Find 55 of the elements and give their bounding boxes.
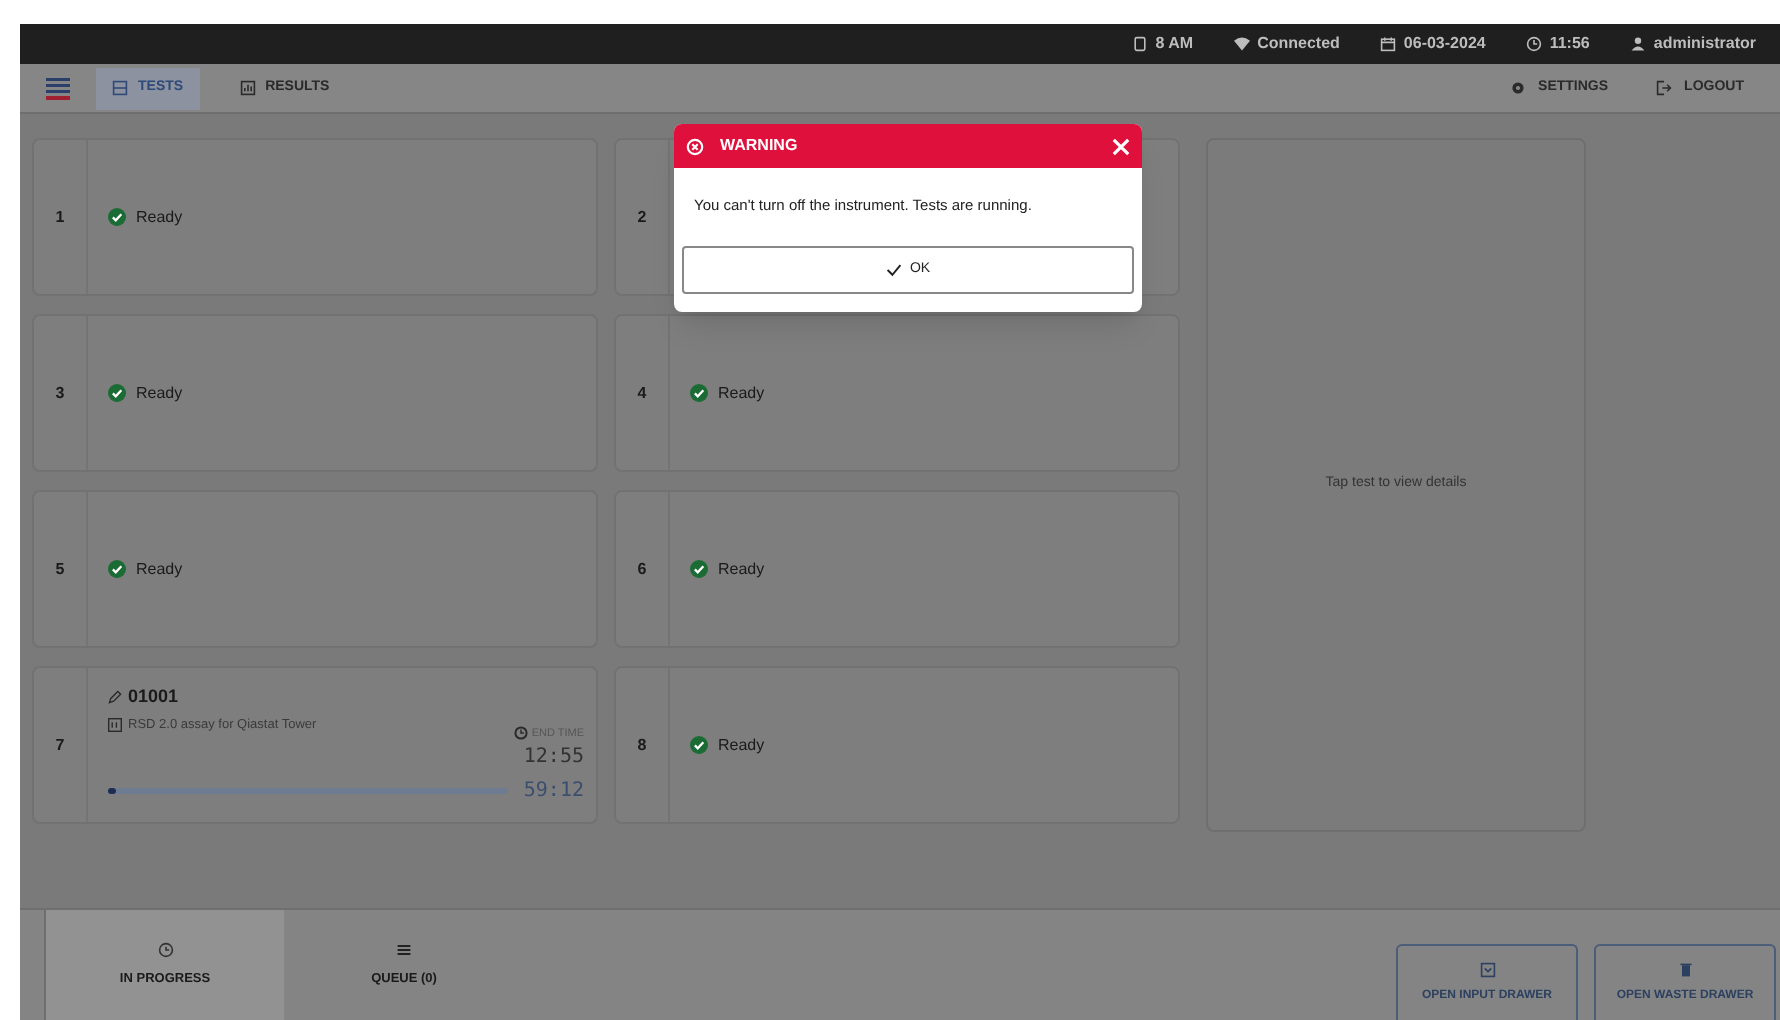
close-icon[interactable] bbox=[1112, 137, 1130, 155]
error-icon bbox=[686, 137, 704, 155]
status-text: Connected bbox=[1257, 32, 1340, 56]
test-slot-card[interactable]: 5 Ready bbox=[32, 490, 598, 648]
check-circle-icon bbox=[690, 384, 708, 402]
dialog-title: WARNING bbox=[720, 134, 798, 158]
status-label: Ready bbox=[718, 557, 765, 581]
status-text: 8 AM bbox=[1155, 32, 1194, 56]
clock-icon bbox=[513, 726, 528, 741]
test-slot-card[interactable]: 6 Ready bbox=[614, 490, 1180, 648]
progress-icon bbox=[157, 941, 173, 958]
slot-number: 5 bbox=[55, 557, 65, 581]
slot-number: 7 bbox=[55, 733, 65, 757]
calendar-icon bbox=[1379, 36, 1396, 52]
end-time: 12:55 bbox=[523, 743, 584, 772]
status-label: Ready bbox=[136, 205, 183, 229]
status-text: 06-03-2024 bbox=[1403, 32, 1486, 56]
remaining-time: 59:12 bbox=[523, 777, 584, 806]
status-label: Ready bbox=[136, 557, 183, 581]
sample-id: 01001 bbox=[128, 684, 179, 710]
test-slot-card[interactable]: 4 Ready bbox=[614, 314, 1180, 472]
test-slot-card[interactable]: 1 Ready bbox=[32, 138, 598, 296]
check-circle-icon bbox=[690, 736, 708, 754]
check-icon bbox=[885, 262, 902, 279]
status-label: Ready bbox=[718, 733, 765, 757]
logo-icon bbox=[44, 74, 72, 102]
wifi-icon bbox=[1233, 36, 1250, 52]
clock-icon bbox=[1525, 36, 1542, 52]
settings-icon bbox=[1510, 80, 1527, 96]
battery-icon bbox=[1131, 36, 1148, 52]
check-circle-icon bbox=[108, 384, 126, 402]
test-slot-card[interactable]: 8 Ready bbox=[614, 666, 1180, 824]
chart-icon bbox=[239, 80, 256, 96]
bin-icon bbox=[1677, 961, 1693, 977]
test-slot-card[interactable]: 3 Ready bbox=[32, 314, 598, 472]
status-label: Ready bbox=[718, 381, 765, 405]
user-icon bbox=[1629, 36, 1646, 52]
slot-number: 1 bbox=[55, 205, 65, 229]
queue-icon bbox=[396, 941, 412, 958]
pencil-icon bbox=[108, 690, 122, 705]
assay-icon bbox=[108, 717, 122, 732]
slot-number: 4 bbox=[637, 381, 647, 405]
slot-number: 8 bbox=[637, 733, 647, 757]
check-circle-icon bbox=[108, 560, 126, 578]
tray-icon bbox=[1479, 961, 1495, 977]
slot-number: 6 bbox=[637, 557, 647, 581]
check-circle-icon bbox=[108, 208, 126, 226]
logout-icon bbox=[1656, 80, 1673, 96]
slot-number: 2 bbox=[637, 205, 647, 229]
slot-number: 3 bbox=[55, 381, 65, 405]
list-icon bbox=[112, 80, 128, 96]
status-label: Ready bbox=[136, 381, 183, 405]
status-text: administrator bbox=[1653, 32, 1756, 56]
check-circle-icon bbox=[690, 560, 708, 578]
status-text: 11:56 bbox=[1549, 32, 1590, 56]
